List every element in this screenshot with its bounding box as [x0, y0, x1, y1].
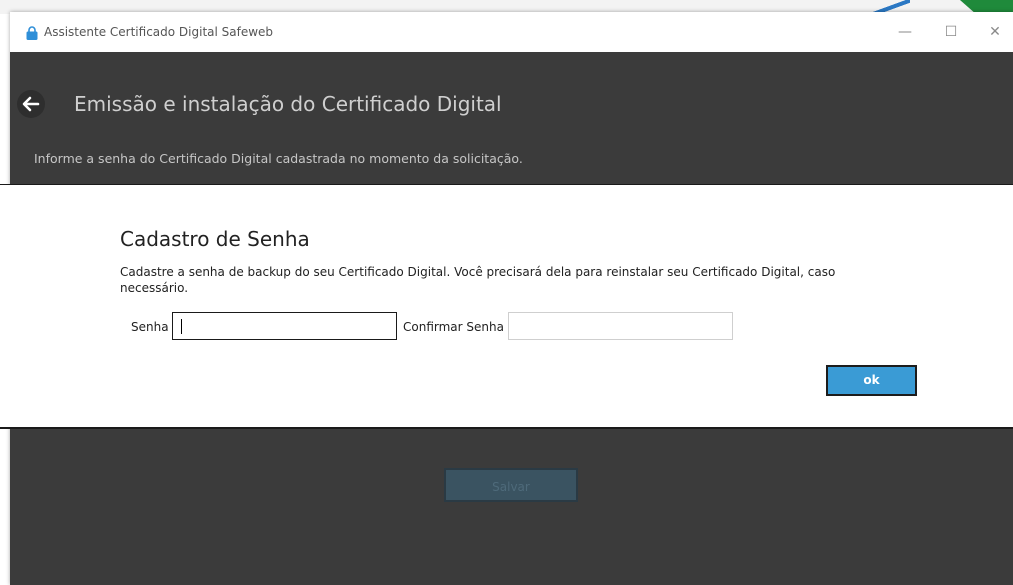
confirm-senha-input[interactable] — [508, 312, 733, 340]
dialog-description: Cadastre a senha de backup do seu Certif… — [120, 265, 836, 295]
text-caret — [181, 319, 182, 334]
instruction-text: Informe a senha do Certificado Digital c… — [34, 151, 523, 166]
ok-button[interactable]: ok — [826, 365, 917, 396]
close-button[interactable]: ✕ — [978, 18, 1012, 46]
senha-label: Senha — [131, 320, 169, 334]
page-title: Emissão e instalação do Certificado Digi… — [74, 92, 502, 116]
back-button[interactable] — [17, 90, 45, 118]
senha-input[interactable] — [172, 312, 397, 340]
minimize-button[interactable]: — — [888, 18, 922, 46]
back-arrow-icon — [22, 96, 40, 112]
dialog-title: Cadastro de Senha — [120, 227, 310, 251]
title-bar: Assistente Certificado Digital Safeweb —… — [10, 12, 1013, 52]
window-title: Assistente Certificado Digital Safeweb — [44, 25, 274, 39]
password-dialog: Cadastro de Senha Cadastre a senha de ba… — [0, 184, 1013, 429]
lock-icon — [26, 26, 38, 40]
maximize-button[interactable]: ☐ — [934, 18, 968, 46]
confirm-senha-label: Confirmar Senha — [403, 320, 504, 334]
save-button[interactable]: Salvar — [444, 468, 578, 502]
